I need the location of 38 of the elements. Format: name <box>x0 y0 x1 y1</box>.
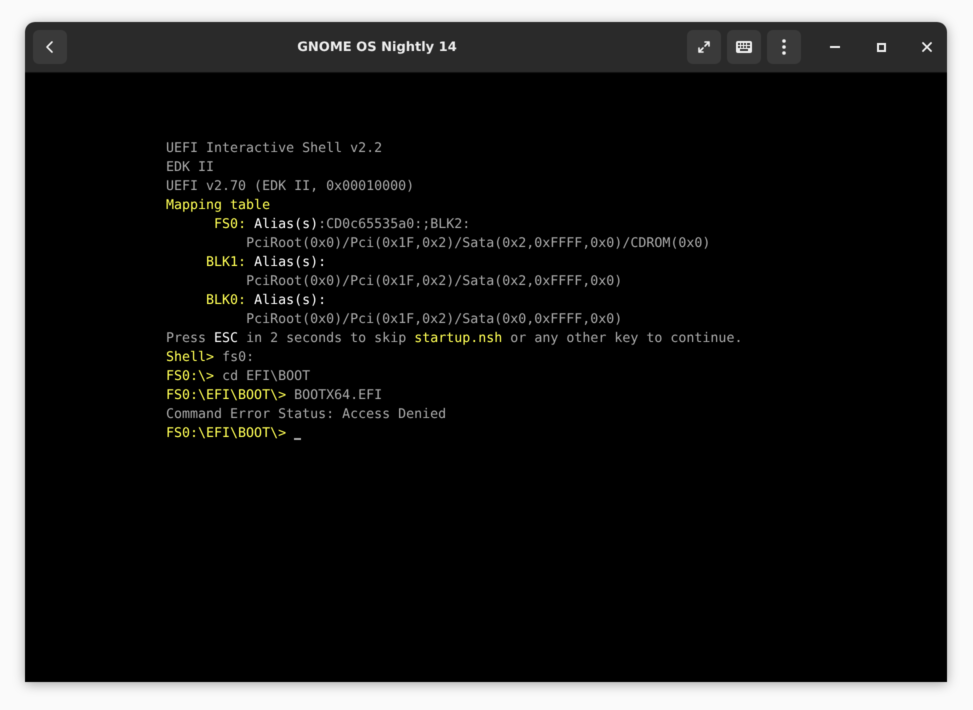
prompt-text: FS0:\EFI\BOOT\> <box>166 425 286 443</box>
terminal-text: Alias(s): <box>254 254 326 272</box>
terminal-text: BOOTX64.EFI <box>294 387 382 405</box>
terminal-text: or any other key to continue. <box>510 330 742 348</box>
maximize-icon <box>876 42 886 52</box>
prompt-text: BLK1: <box>206 254 246 272</box>
window-title: GNOME OS Nightly 14 <box>297 40 457 54</box>
terminal-text: PciRoot(0x0)/Pci(0x1F,0x2)/Sata(0x2,0xFFFF,0x0)/CDROM(0x0) <box>246 235 710 253</box>
terminal-text: UEFI v2.70 (EDK II, 0x00010000) <box>166 178 414 196</box>
terminal-text: Alias(s): <box>254 292 326 310</box>
terminal-text: cd EFI\BOOT <box>222 368 310 386</box>
prompt-text: BLK0: <box>206 292 246 310</box>
menu-icon <box>782 39 786 55</box>
prompt-text: startup.nsh <box>414 330 502 348</box>
terminal-text: ESC <box>214 330 238 348</box>
expand-arrows-icon <box>696 39 712 55</box>
terminal-text: UEFI Interactive Shell v2.2 <box>166 140 382 158</box>
keyboard-button[interactable] <box>727 30 761 64</box>
terminal-text: PciRoot(0x0)/Pci(0x1F,0x2)/Sata(0x2,0xFFFF,0x0) <box>246 273 622 291</box>
terminal-text: Alias(s) <box>254 216 318 234</box>
terminal-text: Press <box>166 330 208 348</box>
terminal-text: in 2 seconds to skip <box>246 330 408 348</box>
terminal-text: fs0: <box>222 349 254 367</box>
close-icon <box>922 42 932 52</box>
terminal-text: Command Error Status: Access Denied <box>166 406 446 424</box>
minimize-icon <box>830 46 840 48</box>
prompt-text: FS0:\EFI\BOOT\> <box>166 387 286 405</box>
prompt-text: Shell> <box>166 349 214 367</box>
terminal-text: :CD0c65535a0:;BLK2: <box>318 216 470 234</box>
back-button[interactable] <box>33 30 67 64</box>
terminal-text: Mapping table <box>166 197 270 215</box>
prompt-text: FS0:\> <box>166 368 214 386</box>
terminal-text: PciRoot(0x0)/Pci(0x1F,0x2)/Sata(0x0,0xFFFF,0x0) <box>246 311 622 329</box>
keyboard-icon <box>736 41 752 53</box>
terminal-text: EDK II <box>166 159 214 177</box>
menu-button[interactable] <box>767 30 801 64</box>
prompt-text: FS0: <box>214 216 246 234</box>
fullscreen-button[interactable] <box>687 30 721 64</box>
